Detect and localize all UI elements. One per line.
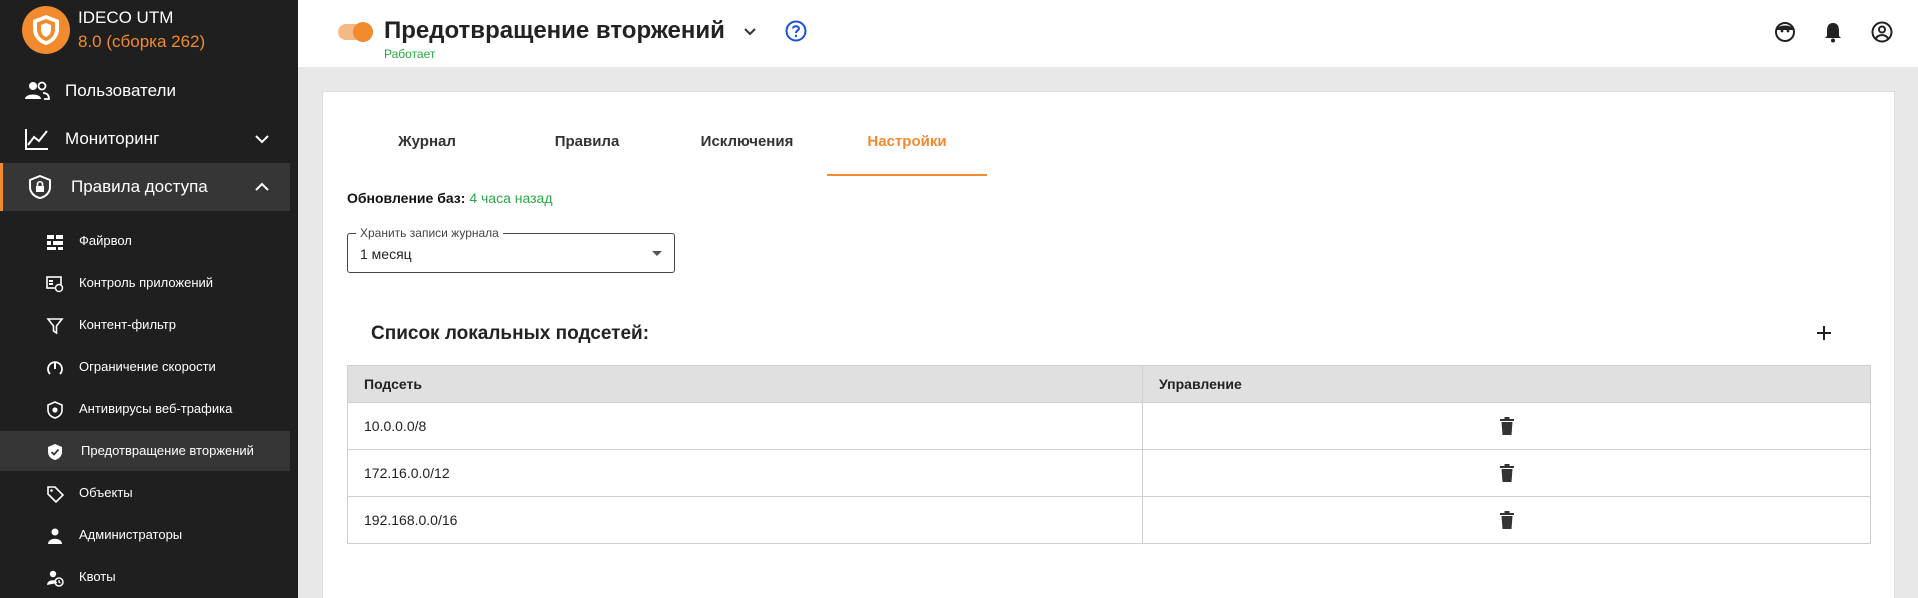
sidebar-item-users[interactable]: Пользователи — [0, 67, 290, 115]
account-icon[interactable] — [1871, 21, 1893, 43]
add-icon[interactable] — [1814, 323, 1834, 343]
trash-icon[interactable] — [1499, 463, 1515, 483]
sidebar-subitem-label: Контроль приложений — [79, 275, 214, 290]
subnet-cell: 172.16.0.0/12 — [347, 449, 1143, 497]
subnet-cell: 192.168.0.0/16 — [347, 496, 1143, 544]
tab-settings[interactable]: Настройки — [827, 130, 987, 176]
table-row: 10.0.0.0/8 — [347, 402, 1871, 450]
control-cell — [1142, 402, 1871, 450]
update-label: Обновление баз: — [347, 190, 466, 206]
chart-line-icon — [25, 129, 48, 150]
shield-check-icon — [48, 444, 62, 460]
sidebar-subitem-label: Ограничение скорости — [79, 359, 216, 374]
app-control-icon — [46, 276, 64, 293]
sidebar-subitem-intrusion-prevention[interactable]: Предотвращение вторжений — [0, 431, 290, 471]
sidebar-subitem-label: Объекты — [79, 485, 133, 500]
sidebar-subitem-label: Контент-фильтр — [79, 317, 176, 332]
dropdown-arrow-icon — [652, 251, 662, 256]
sidebar-item-label: Пользователи — [65, 81, 176, 100]
admin-icon — [48, 528, 62, 544]
tab-exceptions[interactable]: Исключения — [667, 130, 827, 176]
bell-icon[interactable] — [1822, 21, 1844, 43]
sidebar-subitem-label: Администраторы — [79, 527, 183, 542]
sidebar-subitem-label: Файрвол — [79, 233, 132, 248]
column-header-control[interactable]: Управление — [1142, 365, 1871, 403]
subnet-cell: 10.0.0.0/8 — [347, 402, 1143, 450]
trash-icon[interactable] — [1499, 510, 1515, 530]
brand[interactable]: IDECO UTM 8.0 (сборка 262) — [22, 6, 205, 54]
update-value: 4 часа назад — [469, 190, 553, 206]
sidebar-subitem-web-antivirus[interactable]: Антивирусы веб-трафика — [0, 389, 290, 429]
chevron-down-icon[interactable] — [742, 24, 758, 40]
sidebar-item-label: Правила доступа — [71, 177, 208, 196]
log-retention-value: 1 месяц — [360, 246, 412, 262]
chevron-down-icon — [255, 135, 269, 144]
table-row: 172.16.0.0/12 — [347, 449, 1871, 497]
chevron-up-icon — [255, 182, 269, 191]
sidebar-subitem-label: Квоты — [79, 569, 116, 584]
shield-lock-icon — [29, 175, 51, 199]
page-title: Предотвращение вторжений — [384, 17, 725, 44]
brand-name: IDECO UTM — [78, 8, 174, 27]
users-icon — [25, 81, 50, 100]
sidebar-subitem-admins[interactable]: Администраторы — [0, 515, 290, 555]
tab-journal[interactable]: Журнал — [347, 130, 507, 176]
tag-icon — [47, 486, 64, 503]
sidebar-subitem-objects[interactable]: Объекты — [0, 473, 290, 513]
sidebar-item-access-rules[interactable]: Правила доступа — [0, 163, 290, 211]
quota-icon — [47, 570, 64, 587]
subnets-table: Подсеть Управление 10.0.0.0/8 172.16.0.0… — [347, 365, 1871, 544]
brick-wall-icon — [47, 235, 63, 250]
sidebar-subitem-label: Предотвращение вторжений — [81, 443, 254, 458]
support-icon[interactable] — [1774, 21, 1796, 43]
sidebar-subitem-label: Антивирусы веб-трафика — [79, 401, 233, 416]
subnets-title: Список локальных подсетей: — [371, 323, 650, 344]
shield-virus-icon — [47, 401, 63, 419]
speedometer-icon — [47, 361, 63, 375]
log-retention-select[interactable]: Хранить записи журнала 1 месяц — [347, 226, 675, 273]
brand-version: 8.0 (сборка 262) — [78, 32, 206, 51]
log-retention-label: Хранить записи журнала — [356, 226, 503, 240]
sidebar-subitem-app-control[interactable]: Контроль приложений — [0, 263, 290, 303]
help-icon[interactable] — [785, 20, 807, 42]
status-badge: Работает — [384, 47, 436, 61]
sidebar-subitem-speed-limit[interactable]: Ограничение скорости — [0, 347, 290, 387]
header: Предотвращение вторжений Работает — [298, 0, 1918, 67]
database-update: Обновление баз: 4 часа назад — [347, 190, 553, 206]
sidebar-item-monitoring[interactable]: Мониторинг — [0, 115, 290, 163]
service-toggle-knob[interactable] — [353, 22, 373, 42]
trash-icon[interactable] — [1499, 416, 1515, 436]
tab-rules[interactable]: Правила — [507, 130, 667, 176]
main-card: Журнал Правила Исключения Настройки Обно… — [322, 91, 1895, 598]
control-cell — [1142, 496, 1871, 544]
sidebar-subitem-content-filter[interactable]: Контент-фильтр — [0, 305, 290, 345]
sidebar: IDECO UTM 8.0 (сборка 262) Пользователи … — [0, 0, 298, 598]
sidebar-subitem-quotas[interactable]: Квоты — [0, 557, 290, 597]
filter-icon — [46, 318, 64, 335]
table-header-row: Подсеть Управление — [347, 365, 1871, 403]
control-cell — [1142, 449, 1871, 497]
sidebar-subitem-firewall[interactable]: Файрвол — [0, 221, 290, 261]
ideco-logo-icon — [22, 6, 70, 54]
sidebar-item-label: Мониторинг — [65, 129, 160, 148]
column-header-subnet[interactable]: Подсеть — [347, 365, 1143, 403]
table-row: 192.168.0.0/16 — [347, 496, 1871, 544]
